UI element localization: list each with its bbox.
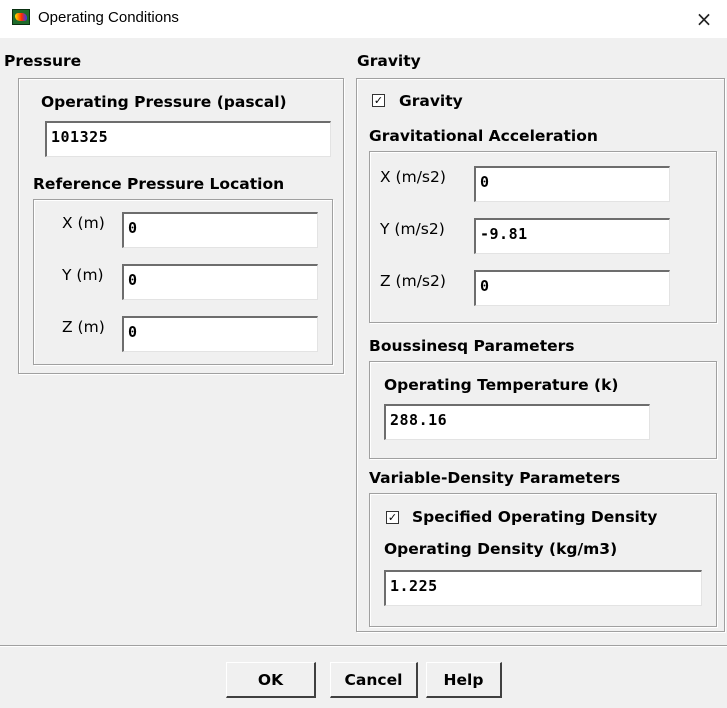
fluent-app-icon (12, 9, 30, 25)
gravitational-acceleration-heading: Gravitational Acceleration (369, 127, 598, 145)
boussinesq-group: Operating Temperature (k) 288.16 (369, 361, 717, 459)
variable-density-heading: Variable-Density Parameters (369, 469, 621, 487)
gravity-checkbox[interactable]: ✓ (372, 94, 385, 107)
ref-x-input[interactable]: 0 (122, 212, 318, 248)
pressure-group: Operating Pressure (pascal) 101325 Refer… (18, 78, 344, 374)
grav-x-label: X (m/s2) (380, 168, 446, 186)
title-bar: Operating Conditions × (0, 0, 727, 38)
pressure-heading: Pressure (4, 52, 82, 70)
reference-pressure-group: X (m) 0 Y (m) 0 Z (m) 0 (33, 199, 333, 365)
grav-y-input[interactable]: -9.81 (474, 218, 670, 254)
gravity-group: ✓ Gravity Gravitational Acceleration X (… (356, 78, 725, 632)
variable-density-group: ✓ Specified Operating Density Operating … (369, 493, 717, 627)
reference-pressure-heading: Reference Pressure Location (33, 175, 285, 193)
operating-temperature-label: Operating Temperature (k) (384, 376, 619, 394)
grav-x-input[interactable]: 0 (474, 166, 670, 202)
help-button[interactable]: Help (426, 662, 502, 698)
ref-z-input[interactable]: 0 (122, 316, 318, 352)
ref-y-input[interactable]: 0 (122, 264, 318, 300)
ok-button[interactable]: OK (226, 662, 316, 698)
grav-z-label: Z (m/s2) (380, 272, 446, 290)
operating-density-label: Operating Density (kg/m3) (384, 540, 618, 558)
operating-pressure-input[interactable]: 101325 (45, 121, 331, 157)
window-title: Operating Conditions (38, 9, 179, 26)
gravity-checkbox-label: Gravity (399, 92, 463, 110)
button-separator (0, 645, 727, 647)
gravity-heading: Gravity (357, 52, 421, 70)
grav-z-input[interactable]: 0 (474, 270, 670, 306)
ref-z-label: Z (m) (62, 318, 105, 336)
boussinesq-heading: Boussinesq Parameters (369, 337, 575, 355)
specified-density-checkbox[interactable]: ✓ (386, 511, 399, 524)
specified-density-label: Specified Operating Density (412, 508, 658, 526)
close-icon[interactable]: × (681, 0, 727, 38)
ref-x-label: X (m) (62, 214, 105, 232)
ref-y-label: Y (m) (62, 266, 104, 284)
operating-temperature-input[interactable]: 288.16 (384, 404, 650, 440)
gravitational-acceleration-group: X (m/s2) 0 Y (m/s2) -9.81 Z (m/s2) 0 (369, 151, 717, 323)
operating-pressure-label: Operating Pressure (pascal) (41, 93, 287, 111)
grav-y-label: Y (m/s2) (380, 220, 445, 238)
operating-density-input[interactable]: 1.225 (384, 570, 702, 606)
cancel-button[interactable]: Cancel (330, 662, 418, 698)
